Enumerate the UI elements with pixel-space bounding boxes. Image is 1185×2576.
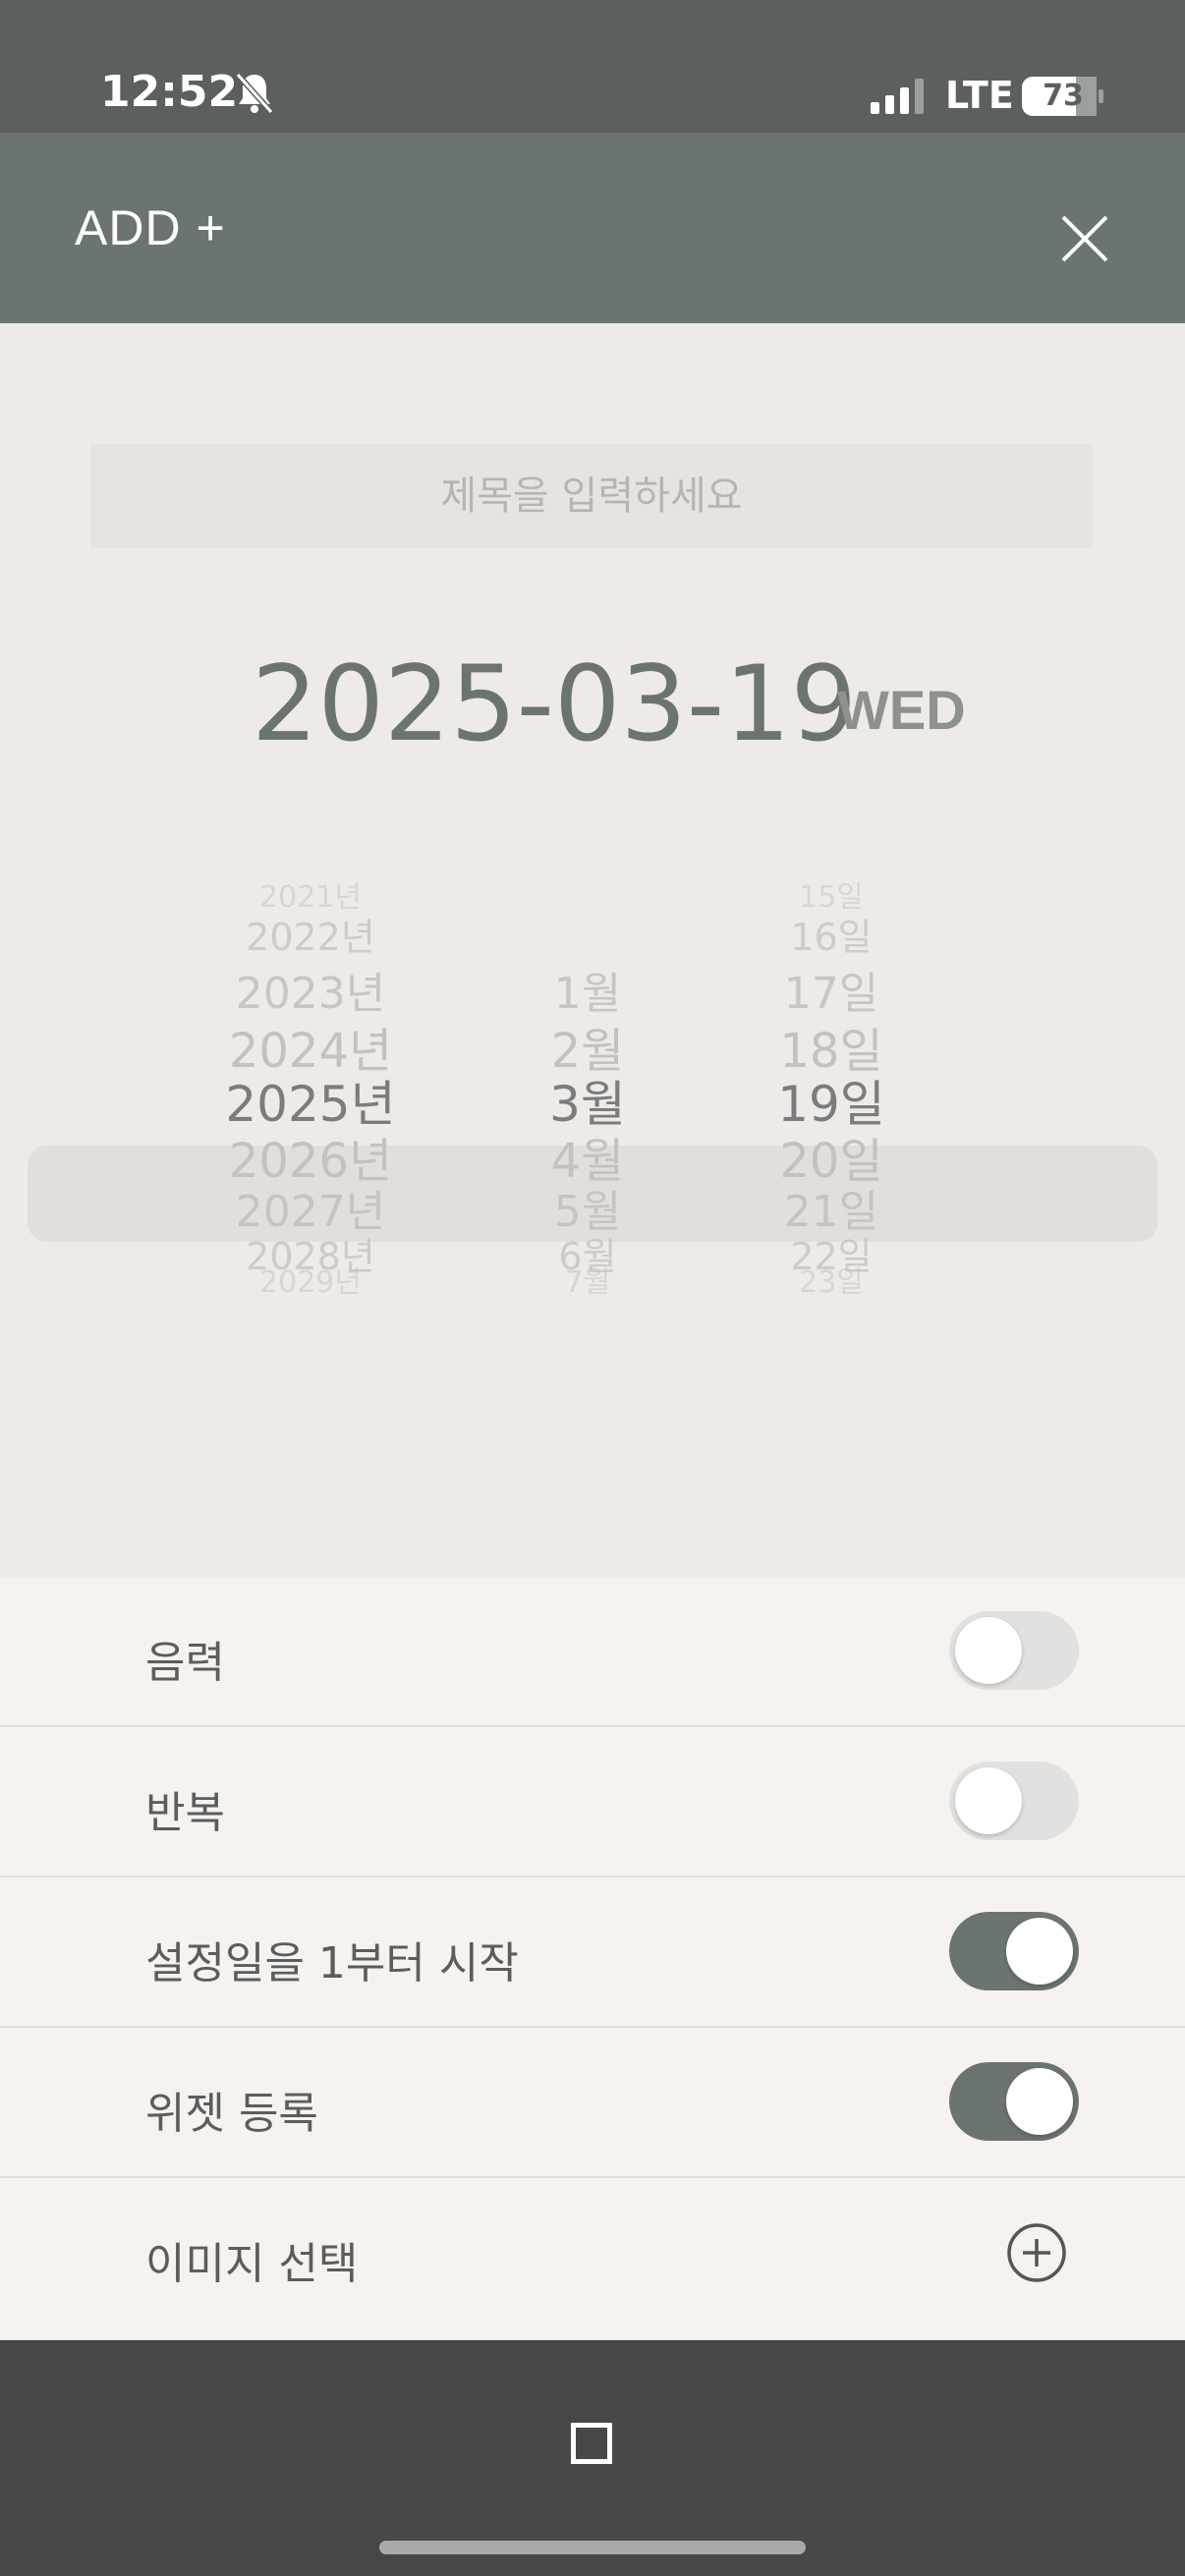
- date-picker[interactable]: 2021년 2022년 2023년 2024년 2025년 2026년 2027…: [0, 874, 1185, 1503]
- year-column[interactable]: 2021년 2022년 2023년 2024년 2025년 2026년 2027…: [163, 874, 458, 1503]
- signal-icon: [871, 79, 924, 114]
- setting-label: 이미지 선택: [145, 2239, 359, 2289]
- setting-row-widget: 위젯 등록: [0, 2029, 1185, 2178]
- setting-row-repeat: 반복: [0, 1728, 1185, 1877]
- status-time: 12:52: [100, 67, 239, 117]
- title-input[interactable]: [90, 444, 1093, 548]
- close-icon[interactable]: [1055, 209, 1114, 268]
- toggle-knob: [1006, 1918, 1073, 1985]
- selected-date: 2025-03-19: [252, 644, 858, 764]
- page-title: ADD +: [75, 200, 226, 255]
- recent-apps-button[interactable]: [571, 2423, 612, 2464]
- setting-label: 설정일을 1부터 시작: [145, 1938, 519, 1988]
- system-nav-bar: [0, 2340, 1185, 2576]
- bell-muted-icon: [235, 72, 274, 115]
- setting-label: 위젯 등록: [145, 2089, 318, 2139]
- toggle-knob: [955, 1767, 1022, 1834]
- widget-toggle[interactable]: [949, 2062, 1079, 2141]
- setting-row-image[interactable]: 이미지 선택: [0, 2179, 1185, 2328]
- day-column[interactable]: 15일 16일 17일 18일 19일 20일 21일 22일 23일: [684, 874, 979, 1503]
- toggle-knob: [955, 1617, 1022, 1684]
- home-indicator[interactable]: [379, 2541, 806, 2554]
- picker-day-item[interactable]: 16일: [684, 907, 979, 961]
- header-bar: ADD +: [0, 133, 1185, 323]
- lunar-toggle[interactable]: [949, 1611, 1079, 1690]
- battery-level: 73: [1043, 79, 1084, 113]
- battery-icon: 73: [1022, 77, 1104, 116]
- network-label: LTE: [945, 74, 1014, 117]
- picker-day-item[interactable]: 23일: [684, 1258, 979, 1301]
- settings-list: 음력 반복 설정일을 1부터 시작 위젯 등록 이미지 선택: [0, 1578, 1185, 2339]
- plus-circle-icon[interactable]: [1006, 2222, 1067, 2283]
- start-from-one-toggle[interactable]: [949, 1912, 1079, 1990]
- picker-year-item[interactable]: 2029년: [163, 1258, 458, 1301]
- status-bar: 12:52 LTE 73: [0, 0, 1185, 133]
- setting-row-lunar: 음력: [0, 1578, 1185, 1727]
- selected-weekday: WED: [837, 679, 966, 741]
- picker-year-item[interactable]: 2022년: [163, 907, 458, 961]
- setting-label: 음력: [145, 1638, 225, 1688]
- toggle-knob: [1006, 2068, 1073, 2135]
- repeat-toggle[interactable]: [949, 1762, 1079, 1840]
- setting-row-start-from-one: 설정일을 1부터 시작: [0, 1878, 1185, 2028]
- setting-label: 반복: [145, 1788, 225, 1838]
